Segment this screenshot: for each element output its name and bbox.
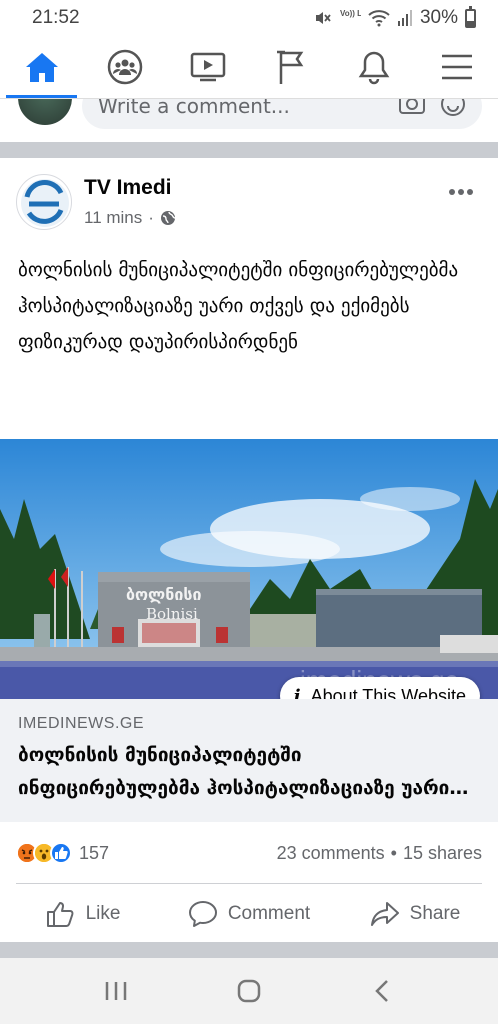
comment-tools — [398, 99, 466, 117]
system-nav-bar — [0, 958, 498, 1024]
volte-icon: Vo)) LTE — [340, 9, 361, 18]
comment-placeholder: Write a comment... — [98, 99, 290, 118]
emoji-icon[interactable] — [440, 99, 466, 117]
recents-icon — [106, 982, 127, 1000]
share-icon — [370, 902, 399, 926]
share-count[interactable]: 15 shares — [403, 843, 482, 864]
user-avatar — [18, 99, 72, 125]
sign-georgian: ბოლნისი — [126, 585, 201, 604]
bolnisi-photo: ბოლნისი Bolnisi imedinews.ge — [0, 439, 498, 699]
link-title: ბოლნისის მუნიციპალიტეტში ინფიცირებულებმა… — [18, 744, 450, 799]
nav-groups[interactable] — [83, 36, 166, 98]
comment-input[interactable]: Write a comment... — [82, 99, 482, 129]
post-time[interactable]: 11 mins — [84, 208, 142, 228]
like-button[interactable]: Like — [0, 886, 166, 942]
system-home-button[interactable] — [219, 971, 279, 1011]
share-button[interactable]: Share — [332, 886, 498, 942]
share-label: Share — [409, 903, 461, 924]
tv-imedi-logo-icon — [21, 179, 69, 227]
home-circle-icon — [237, 979, 261, 1003]
post-text: ბოლნისის მუნიციპალიტეტში ინფიცირებულებმა… — [18, 259, 459, 353]
hamburger-icon — [441, 54, 472, 80]
back-button[interactable] — [352, 971, 412, 1011]
battery-fill — [467, 21, 474, 26]
more-options-button[interactable] — [448, 176, 474, 200]
battery-icon — [465, 5, 476, 28]
previous-post-footer: Write a comment... — [0, 99, 498, 142]
like-label: Like — [85, 903, 121, 924]
globe-icon — [160, 211, 176, 225]
comments-shares: 23 comments • 15 shares — [277, 843, 482, 864]
signal-icon — [397, 10, 412, 26]
thumbs-up-icon — [46, 902, 74, 927]
feed-gap — [0, 942, 498, 958]
engagement-counts: 157 23 comments • 15 shares — [0, 838, 498, 868]
battery-percent: 30% — [419, 7, 458, 28]
groups-icon — [107, 49, 142, 85]
post-meta: 11 mins · — [84, 208, 176, 228]
more-dots-icon — [449, 189, 473, 195]
volte-label: Vo)) LTE — [340, 9, 361, 18]
nav-watch[interactable] — [166, 36, 249, 98]
camera-icon[interactable] — [398, 99, 426, 115]
link-domain: IMEDINEWS.GE — [18, 715, 145, 732]
post-header: TV Imedi 11 mins · — [0, 158, 498, 242]
status-icons: Vo)) LTE 30% — [314, 5, 476, 29]
post-actions: Like Comment Share — [0, 886, 498, 942]
nav-pages[interactable] — [249, 36, 332, 98]
status-time: 21:52 — [32, 7, 80, 28]
comment-count[interactable]: 23 comments — [277, 843, 385, 864]
reaction-count[interactable]: 157 — [79, 843, 109, 864]
actions-divider — [16, 883, 482, 884]
nav-menu[interactable] — [415, 36, 498, 98]
comment-icon — [188, 901, 217, 927]
like-reaction-icon — [50, 842, 72, 864]
comment-label: Comment — [227, 903, 311, 924]
flag-icon — [276, 50, 303, 84]
wifi-icon — [368, 10, 390, 27]
counts-dot: • — [390, 842, 397, 863]
mute-icon — [315, 12, 331, 24]
link-preview-info[interactable]: IMEDINEWS.GE ბოლნისის მუნიციპალიტეტში ინ… — [0, 699, 498, 822]
video-icon — [190, 52, 225, 82]
nav-notifications[interactable] — [332, 36, 415, 98]
back-icon — [374, 980, 388, 1002]
meta-separator: · — [148, 208, 154, 227]
feed-post: TV Imedi 11 mins · ბოლნისის მუნიციპალიტე… — [0, 158, 498, 942]
home-icon — [25, 53, 58, 82]
comment-button[interactable]: Comment — [166, 886, 332, 942]
page-name[interactable]: TV Imedi — [84, 176, 172, 200]
status-bar: 21:52 Vo)) LTE 30% — [0, 0, 498, 36]
bell-icon — [358, 51, 389, 85]
top-nav-bar — [0, 36, 498, 99]
link-preview-image[interactable]: ბოლნისი Bolnisi imedinews.ge — [0, 439, 498, 699]
page-avatar[interactable] — [16, 174, 72, 230]
recents-button[interactable] — [86, 971, 146, 1011]
reaction-icons[interactable] — [16, 842, 72, 864]
nav-home[interactable] — [0, 36, 83, 98]
